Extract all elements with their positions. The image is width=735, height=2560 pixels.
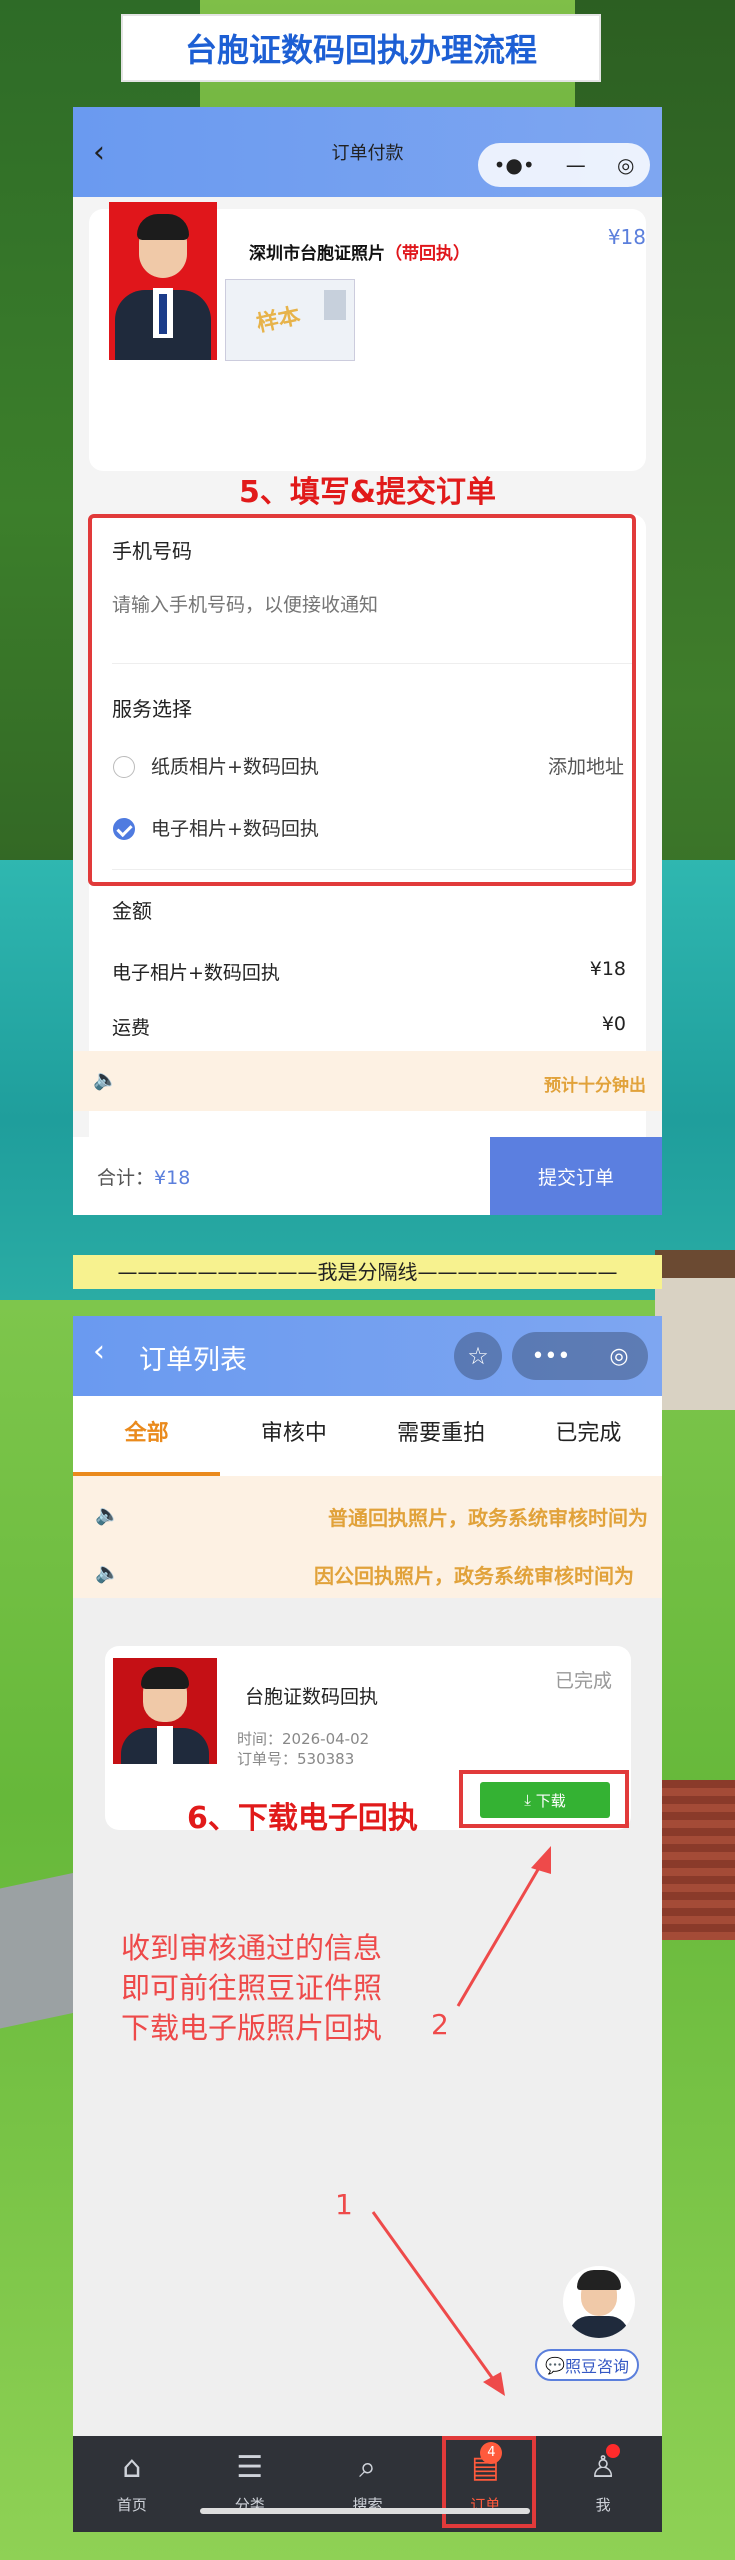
separator-line: ——————————我是分隔线—————————— xyxy=(73,1255,662,1289)
checkout-bar: 合计：¥18 提交订单 xyxy=(73,1137,662,1215)
home-icon: ⌂ xyxy=(122,2450,142,2485)
consult-button[interactable]: 💬 照豆咨询 xyxy=(535,2349,639,2381)
more-icon[interactable]: •●• xyxy=(494,153,535,177)
tabbar-home[interactable]: ⌂ 首页 xyxy=(73,2436,191,2532)
speaker-icon: 🔈 xyxy=(93,1067,118,1091)
tabbar-search[interactable]: ⌕ 搜索 xyxy=(309,2436,427,2532)
shipping-row: 运费 ¥0 xyxy=(112,1013,626,1039)
nav-bar: ‹ 订单付款 •●• — ◎ xyxy=(73,107,662,197)
search-icon: ⌕ xyxy=(359,2450,376,2485)
product-price: ¥18 xyxy=(607,225,646,249)
step-5-label: 5、填写&提交订单 xyxy=(238,475,497,510)
minimize-icon[interactable]: — xyxy=(566,153,586,177)
order-list-screen: ‹ 订单列表 ☆ ••• ◎ 全部 审核中 需要重拍 已完成 🔈 普通回执照片，… xyxy=(73,1316,662,2532)
home-indicator xyxy=(200,2508,530,2514)
customer-service-avatar[interactable] xyxy=(563,2266,635,2338)
submit-order-button[interactable]: 提交订单 xyxy=(490,1137,662,1215)
tabbar-category[interactable]: ☰ 分类 xyxy=(191,2436,309,2532)
mini-program-capsule[interactable]: •●• — ◎ xyxy=(478,143,650,187)
bottom-tab-bar: ⌂ 首页 ☰ 分类 ⌕ 搜索 ▤ 4 订单 ♙ 我 xyxy=(73,2436,662,2532)
category-icon: ☰ xyxy=(236,2450,264,2485)
highlight-box-orders-tab xyxy=(442,2436,536,2528)
receipt-sample-image: 样本 xyxy=(225,279,355,361)
total-amount: 合计：¥18 xyxy=(97,1167,191,1189)
close-icon[interactable]: ◎ xyxy=(617,153,634,177)
notice-bar: 🔈 预计十分钟出 xyxy=(73,1051,662,1111)
banner-title: 台胞证数码回执办理流程 xyxy=(121,14,601,82)
amount-row: 电子相片+数码回执 ¥18 xyxy=(112,958,626,984)
chat-icon: 💬 xyxy=(545,2355,565,2375)
highlight-box-form xyxy=(88,514,636,886)
product-name: 深圳市台胞证照片（带回执） xyxy=(249,244,470,264)
amount-label: 金额 xyxy=(112,899,152,923)
id-photo xyxy=(109,202,217,360)
user-icon: ♙ xyxy=(589,2450,617,2485)
tabbar-me[interactable]: ♙ 我 xyxy=(544,2436,662,2532)
